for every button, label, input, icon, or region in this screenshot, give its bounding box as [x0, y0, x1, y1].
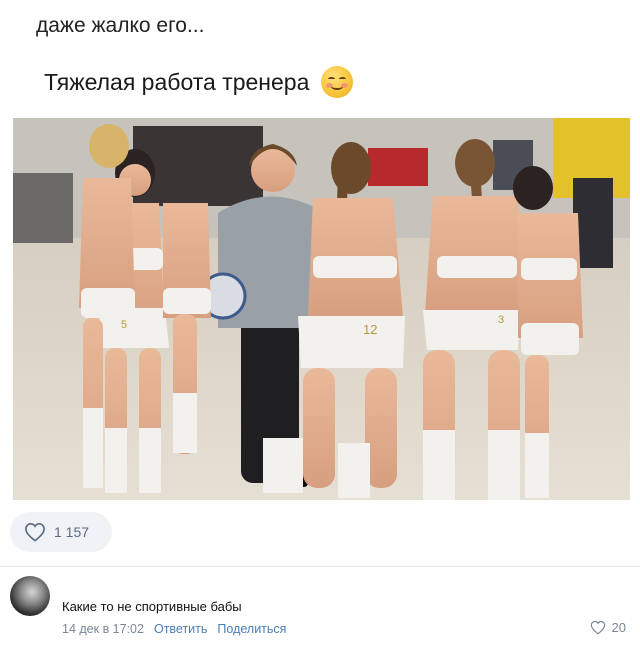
jersey-number-5: 5 — [121, 319, 127, 331]
post-caption: даже жалко его... — [36, 14, 205, 37]
post-photo[interactable]: 5 12 3 — [13, 118, 630, 500]
comment-like-button[interactable]: 20 — [590, 620, 626, 635]
smiling-blush-emoji-icon — [321, 66, 354, 98]
comment-likes-count: 20 — [611, 620, 626, 635]
like-button[interactable]: 1 157 — [10, 512, 112, 552]
jersey-number-3: 3 — [498, 314, 504, 326]
comments-divider — [0, 566, 640, 567]
reply-button[interactable]: Ответить — [154, 622, 207, 636]
jersey-number-12: 12 — [363, 322, 377, 337]
likes-count: 1 157 — [54, 524, 90, 540]
share-button[interactable]: Поделиться — [217, 622, 286, 636]
comment-text: Какие то не спортивные бабы — [62, 599, 242, 614]
post-title: Тяжелая работа тренера — [44, 66, 354, 98]
heart-outline-icon — [590, 620, 605, 635]
comment-meta: 14 дек в 17:02 Ответить Поделиться — [62, 622, 286, 636]
heart-outline-icon — [25, 522, 45, 542]
comment-timestamp: 14 дек в 17:02 — [62, 622, 144, 636]
post-title-text: Тяжелая работа тренера — [44, 68, 310, 95]
avatar[interactable] — [10, 576, 50, 616]
